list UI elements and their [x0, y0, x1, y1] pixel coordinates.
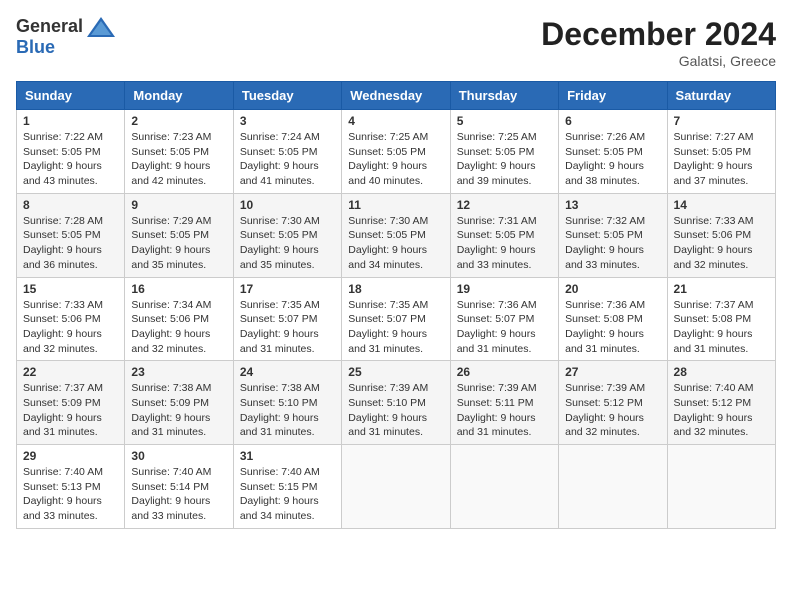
- table-row: [559, 445, 667, 529]
- table-row: 6Sunrise: 7:26 AMSunset: 5:05 PMDaylight…: [559, 110, 667, 194]
- logo-general-text: General: [16, 16, 83, 37]
- table-row: 22Sunrise: 7:37 AMSunset: 5:09 PMDayligh…: [17, 361, 125, 445]
- table-row: 23Sunrise: 7:38 AMSunset: 5:09 PMDayligh…: [125, 361, 233, 445]
- calendar-week-row: 29Sunrise: 7:40 AMSunset: 5:13 PMDayligh…: [17, 445, 776, 529]
- page-header: General Blue December 2024 Galatsi, Gree…: [16, 16, 776, 69]
- calendar-week-row: 1Sunrise: 7:22 AMSunset: 5:05 PMDaylight…: [17, 110, 776, 194]
- table-row: 17Sunrise: 7:35 AMSunset: 5:07 PMDayligh…: [233, 277, 341, 361]
- table-row: 29Sunrise: 7:40 AMSunset: 5:13 PMDayligh…: [17, 445, 125, 529]
- table-row: 16Sunrise: 7:34 AMSunset: 5:06 PMDayligh…: [125, 277, 233, 361]
- table-row: 4Sunrise: 7:25 AMSunset: 5:05 PMDaylight…: [342, 110, 450, 194]
- table-row: 3Sunrise: 7:24 AMSunset: 5:05 PMDaylight…: [233, 110, 341, 194]
- logo-icon: [87, 17, 115, 37]
- table-row: 14Sunrise: 7:33 AMSunset: 5:06 PMDayligh…: [667, 193, 775, 277]
- month-year-title: December 2024: [541, 16, 776, 53]
- table-row: 5Sunrise: 7:25 AMSunset: 5:05 PMDaylight…: [450, 110, 558, 194]
- table-row: 20Sunrise: 7:36 AMSunset: 5:08 PMDayligh…: [559, 277, 667, 361]
- table-row: 30Sunrise: 7:40 AMSunset: 5:14 PMDayligh…: [125, 445, 233, 529]
- header-sunday: Sunday: [17, 82, 125, 110]
- table-row: 25Sunrise: 7:39 AMSunset: 5:10 PMDayligh…: [342, 361, 450, 445]
- table-row: 12Sunrise: 7:31 AMSunset: 5:05 PMDayligh…: [450, 193, 558, 277]
- table-row: 1Sunrise: 7:22 AMSunset: 5:05 PMDaylight…: [17, 110, 125, 194]
- table-row: 7Sunrise: 7:27 AMSunset: 5:05 PMDaylight…: [667, 110, 775, 194]
- logo: General Blue: [16, 16, 115, 58]
- table-row: 18Sunrise: 7:35 AMSunset: 5:07 PMDayligh…: [342, 277, 450, 361]
- table-row: 2Sunrise: 7:23 AMSunset: 5:05 PMDaylight…: [125, 110, 233, 194]
- title-area: December 2024 Galatsi, Greece: [541, 16, 776, 69]
- logo-blue-text: Blue: [16, 37, 55, 58]
- header-saturday: Saturday: [667, 82, 775, 110]
- header-tuesday: Tuesday: [233, 82, 341, 110]
- table-row: 24Sunrise: 7:38 AMSunset: 5:10 PMDayligh…: [233, 361, 341, 445]
- table-row: 28Sunrise: 7:40 AMSunset: 5:12 PMDayligh…: [667, 361, 775, 445]
- header-thursday: Thursday: [450, 82, 558, 110]
- table-row: 19Sunrise: 7:36 AMSunset: 5:07 PMDayligh…: [450, 277, 558, 361]
- calendar-week-row: 15Sunrise: 7:33 AMSunset: 5:06 PMDayligh…: [17, 277, 776, 361]
- table-row: 31Sunrise: 7:40 AMSunset: 5:15 PMDayligh…: [233, 445, 341, 529]
- header-wednesday: Wednesday: [342, 82, 450, 110]
- table-row: 8Sunrise: 7:28 AMSunset: 5:05 PMDaylight…: [17, 193, 125, 277]
- table-row: 26Sunrise: 7:39 AMSunset: 5:11 PMDayligh…: [450, 361, 558, 445]
- calendar-table: Sunday Monday Tuesday Wednesday Thursday…: [16, 81, 776, 529]
- table-row: 11Sunrise: 7:30 AMSunset: 5:05 PMDayligh…: [342, 193, 450, 277]
- calendar-week-row: 8Sunrise: 7:28 AMSunset: 5:05 PMDaylight…: [17, 193, 776, 277]
- table-row: [450, 445, 558, 529]
- header-monday: Monday: [125, 82, 233, 110]
- table-row: [342, 445, 450, 529]
- header-friday: Friday: [559, 82, 667, 110]
- table-row: 15Sunrise: 7:33 AMSunset: 5:06 PMDayligh…: [17, 277, 125, 361]
- table-row: 21Sunrise: 7:37 AMSunset: 5:08 PMDayligh…: [667, 277, 775, 361]
- table-row: [667, 445, 775, 529]
- weekday-header-row: Sunday Monday Tuesday Wednesday Thursday…: [17, 82, 776, 110]
- table-row: 10Sunrise: 7:30 AMSunset: 5:05 PMDayligh…: [233, 193, 341, 277]
- table-row: 9Sunrise: 7:29 AMSunset: 5:05 PMDaylight…: [125, 193, 233, 277]
- table-row: 27Sunrise: 7:39 AMSunset: 5:12 PMDayligh…: [559, 361, 667, 445]
- location-subtitle: Galatsi, Greece: [541, 53, 776, 69]
- table-row: 13Sunrise: 7:32 AMSunset: 5:05 PMDayligh…: [559, 193, 667, 277]
- calendar-week-row: 22Sunrise: 7:37 AMSunset: 5:09 PMDayligh…: [17, 361, 776, 445]
